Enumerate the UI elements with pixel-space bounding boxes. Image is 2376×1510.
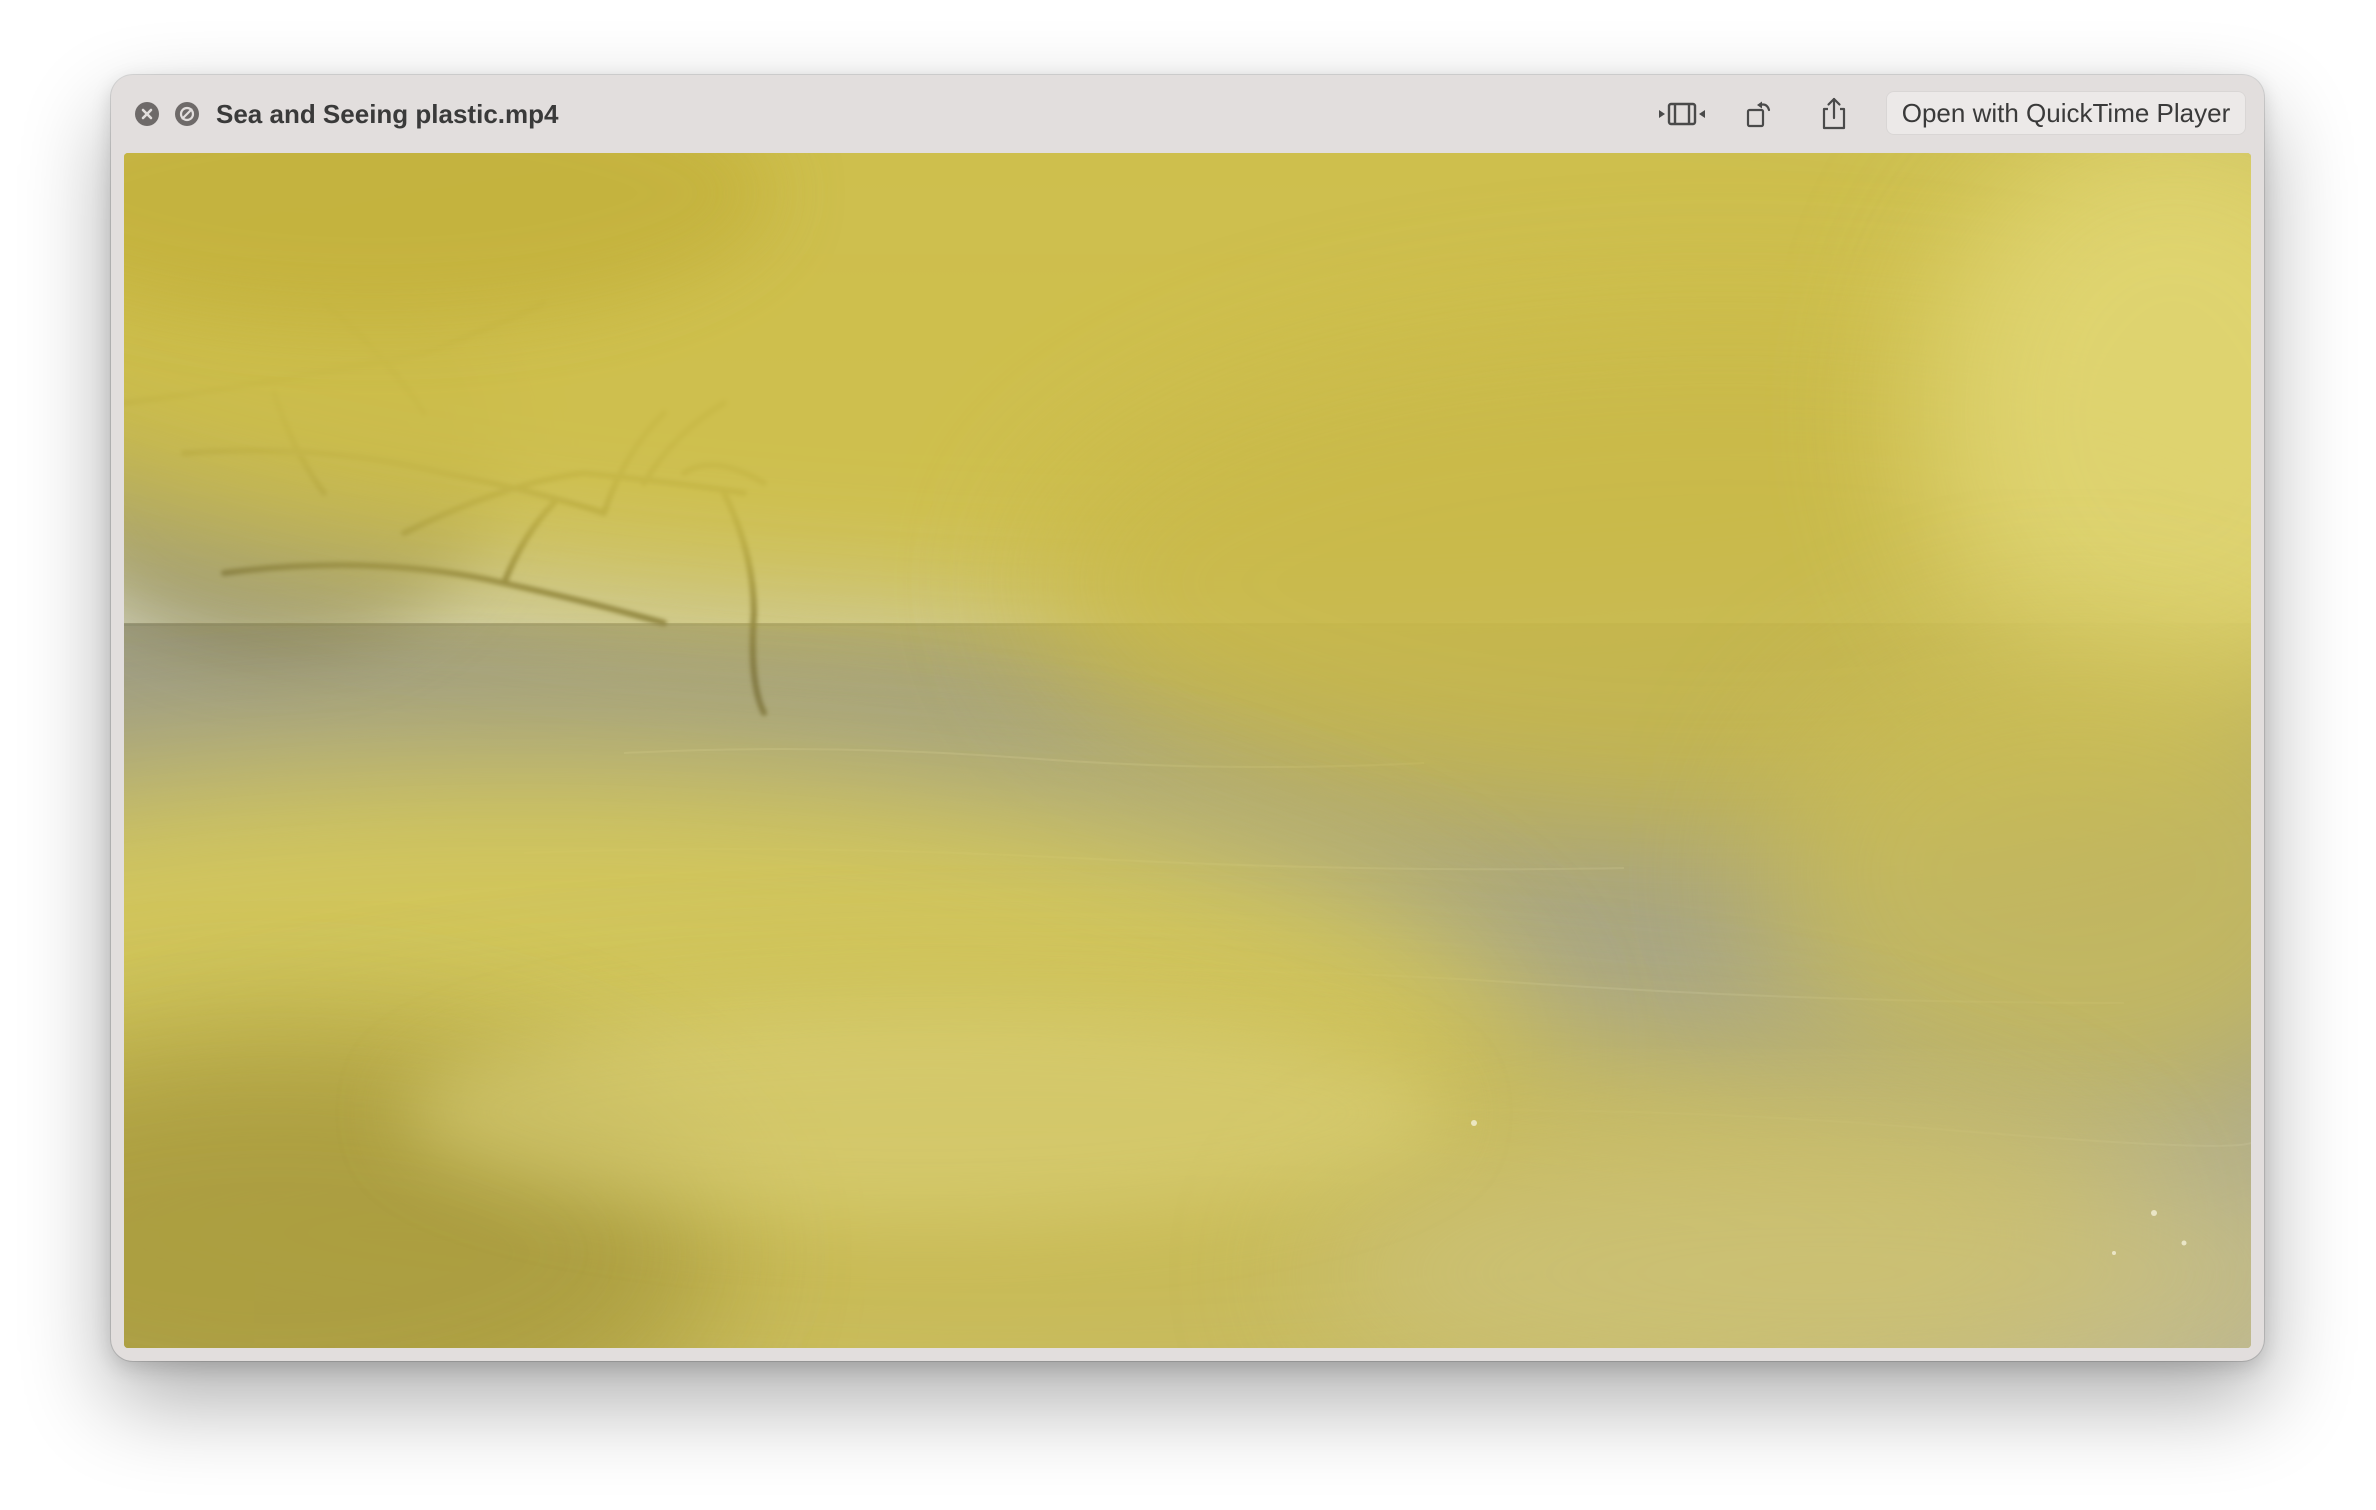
rotate-icon bbox=[1746, 101, 1771, 128]
trim-icon bbox=[1659, 102, 1705, 126]
video-frame bbox=[124, 153, 2251, 1348]
close-x-icon bbox=[141, 108, 153, 120]
window-title: Sea and Seeing plastic.mp4 bbox=[216, 99, 559, 129]
slash-circle-icon bbox=[179, 106, 195, 122]
fullscreen-button[interactable] bbox=[175, 102, 199, 126]
video-player[interactable] bbox=[124, 153, 2251, 1348]
share-button[interactable] bbox=[1818, 95, 1850, 133]
titlebar: Sea and Seeing plastic.mp4 Open with Qui… bbox=[111, 75, 2264, 153]
close-button[interactable] bbox=[135, 102, 159, 126]
rotate-button[interactable] bbox=[1743, 95, 1775, 133]
share-icon bbox=[1822, 97, 1846, 130]
quick-look-window: Sea and Seeing plastic.mp4 Open with Qui… bbox=[111, 75, 2264, 1361]
trim-button[interactable] bbox=[1657, 95, 1707, 133]
open-with-quicktime-button[interactable]: Open with QuickTime Player bbox=[1886, 91, 2246, 135]
